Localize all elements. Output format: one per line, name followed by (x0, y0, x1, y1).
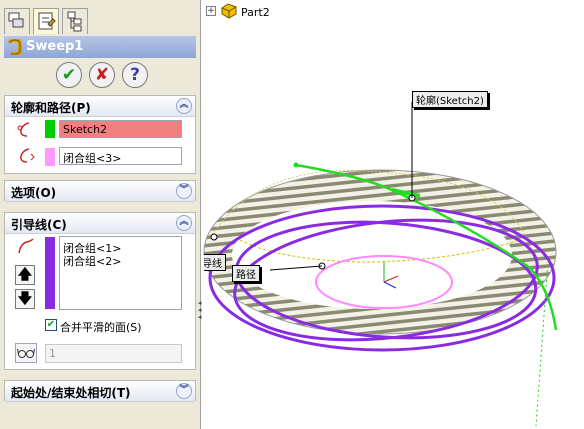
manager-tab-bar (0, 0, 200, 34)
ok-button[interactable]: ✔ (56, 62, 82, 88)
profile-callout[interactable]: 轮廓(Sketch2) (412, 91, 488, 108)
cancel-button[interactable]: ✘ (89, 62, 115, 88)
profile-path-header[interactable]: 轮廓和路径(P) ︽ (5, 96, 195, 117)
options-header[interactable]: 选项(O) ︾ (5, 181, 195, 202)
path-color-swatch (45, 148, 55, 166)
collapse-chevron-icon[interactable]: ︽ (176, 215, 192, 231)
guide-curves-header[interactable]: 引导线(C) ︽ (5, 213, 195, 234)
profile-color-swatch (45, 120, 55, 138)
options-header-label: 选项(O) (11, 186, 57, 200)
feature-manager-icon (8, 12, 24, 28)
path-field[interactable]: 闭合组<3> (59, 147, 182, 165)
property-manager-tab[interactable] (33, 8, 59, 34)
show-sections-button[interactable] (15, 343, 37, 363)
options-group: 选项(O) ︾ (4, 180, 196, 202)
glasses-icon (17, 348, 35, 358)
configuration-manager-tab[interactable] (62, 8, 88, 34)
merge-smooth-label: 合并平滑的面(S) (60, 321, 142, 334)
profile-icon (17, 122, 30, 137)
help-button[interactable]: ? (122, 62, 148, 88)
profile-path-header-label: 轮廓和路径(P) (11, 101, 91, 115)
merge-smooth-checkbox[interactable]: ✔ (45, 319, 57, 331)
path-icon (20, 148, 35, 163)
guide-curves-group: 引导线(C) ︽ 闭合组<1> 闭合组<2> 🡅 🡇 ✔ 合并平滑的面(S) 1 (4, 212, 196, 370)
guide-curve-icon (18, 238, 34, 254)
feature-title: Sweep1 (26, 39, 84, 54)
expand-chevron-icon[interactable]: ︾ (176, 383, 192, 399)
sweep-feature-icon (8, 39, 22, 55)
guide-color-swatch (45, 237, 55, 309)
guide-curves-list[interactable]: 闭合组<1> 闭合组<2> (59, 236, 182, 310)
guide-curves-header-label: 引导线(C) (11, 218, 67, 232)
property-manager-panel: Sweep1 ✔ ✘ ? 轮廓和路径(P) ︽ Sketch2 闭合组<3> 选… (0, 0, 201, 429)
list-item[interactable]: 闭合组<2> (63, 253, 121, 269)
section-count-spinner[interactable]: 1 (45, 344, 182, 363)
move-down-button[interactable]: 🡇 (15, 289, 35, 309)
collapse-chevron-icon[interactable]: ︽ (176, 98, 192, 114)
profile-path-group: 轮廓和路径(P) ︽ Sketch2 闭合组<3> (4, 95, 196, 174)
tangency-group: 起始处/结束处相切(T) ︾ (4, 380, 196, 402)
model-viewport[interactable] (202, 0, 584, 429)
feature-title-bar: Sweep1 (4, 36, 196, 58)
tangency-header-label: 起始处/结束处相切(T) (11, 386, 131, 400)
configuration-manager-icon (67, 11, 82, 32)
path-callout[interactable]: 路径 (232, 265, 260, 282)
profile-field[interactable]: Sketch2 (59, 120, 182, 138)
property-manager-icon (38, 12, 56, 30)
expand-chevron-icon[interactable]: ︾ (176, 183, 192, 199)
tangency-header[interactable]: 起始处/结束处相切(T) ︾ (5, 381, 195, 402)
move-up-button[interactable]: 🡅 (15, 265, 35, 285)
feature-manager-tab[interactable] (4, 8, 30, 34)
